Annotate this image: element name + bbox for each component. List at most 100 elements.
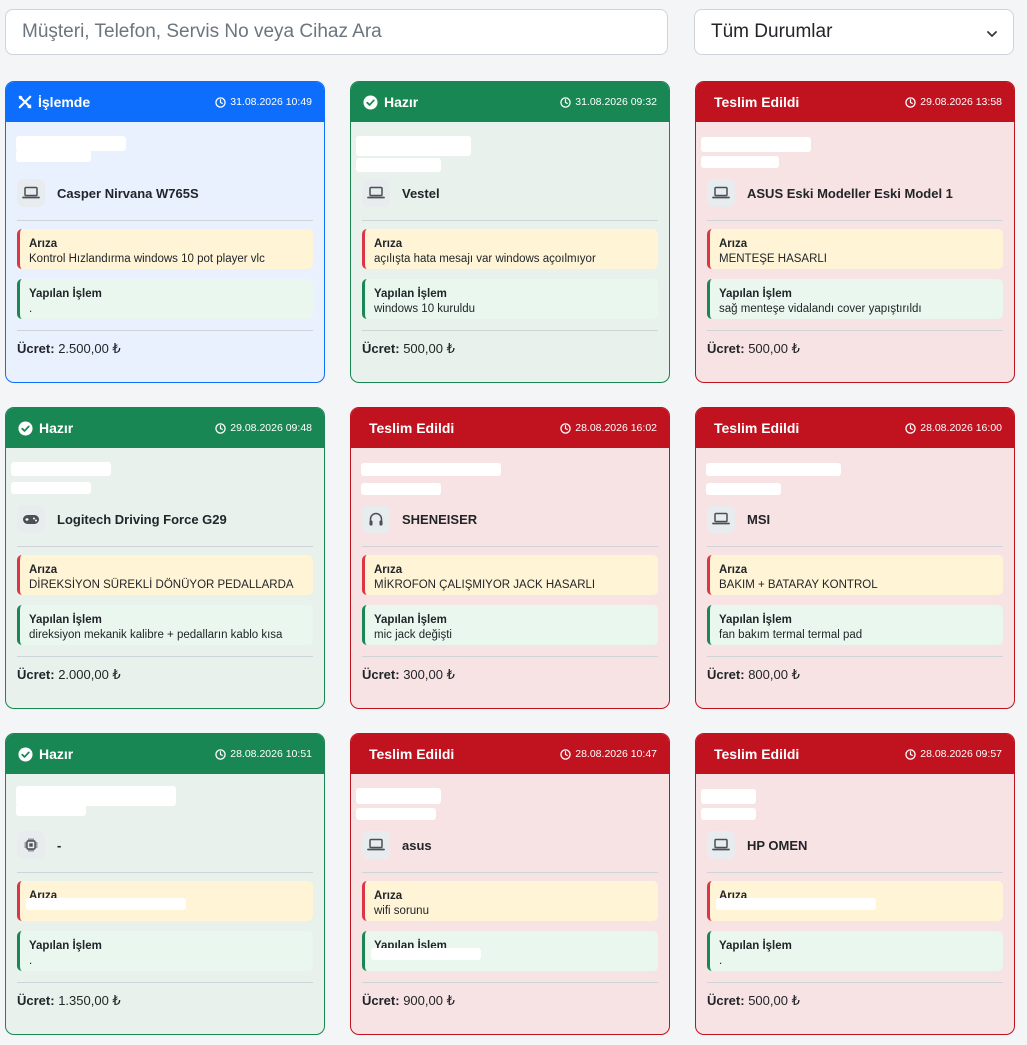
card-date: 31.08.2026 10:49 xyxy=(215,96,312,108)
clock-icon xyxy=(215,96,226,108)
service-card[interactable]: Hazır 31.08.2026 09:32 Vestel Arıza açıl… xyxy=(350,81,670,383)
work-box: Yapılan İşlem direksiyon mekanik kalibre… xyxy=(17,605,313,645)
card-date: 29.08.2026 09:48 xyxy=(215,422,312,434)
device-name: - xyxy=(57,837,62,853)
divider xyxy=(362,220,658,221)
work-box: Yapılan İşlem windows 10 kuruldu xyxy=(362,279,658,319)
search-input[interactable] xyxy=(5,9,668,55)
status-filter-select[interactable]: Tüm Durumlar xyxy=(694,9,1014,55)
card-date: 28.08.2026 16:00 xyxy=(905,422,1002,434)
device-row: ASUS Eski Modeller Eski Model 1 xyxy=(707,179,953,207)
fee-value: 500,00 ₺ xyxy=(748,341,800,356)
fee-row: Ücret: 500,00 ₺ xyxy=(362,341,455,357)
fee-row: Ücret: 1.350,00 ₺ xyxy=(17,993,121,1009)
clock-icon xyxy=(560,96,571,108)
clock-icon xyxy=(905,748,916,760)
device-name: Vestel xyxy=(402,185,440,201)
redaction-overlay xyxy=(356,136,471,156)
divider xyxy=(362,546,658,547)
fee-row: Ücret: 2.000,00 ₺ xyxy=(17,667,121,683)
divider xyxy=(707,546,1003,547)
redaction-overlay xyxy=(16,804,86,816)
work-title: Yapılan İşlem xyxy=(374,614,447,626)
service-card[interactable]: Teslim Edildi 29.08.2026 13:58 ASUS Eski… xyxy=(695,81,1015,383)
work-box: Yapılan İşlem . xyxy=(17,279,313,319)
work-text: fan bakım termal termal pad xyxy=(719,629,863,641)
clock-icon xyxy=(905,96,916,108)
service-card[interactable]: Teslim Edildi 28.08.2026 09:57 HP OMEN A… xyxy=(695,733,1015,1035)
redaction-overlay xyxy=(11,482,91,494)
laptop-icon xyxy=(362,179,390,207)
service-card[interactable]: İşlemde 31.08.2026 10:49 Casper Nirvana … xyxy=(5,81,325,383)
fault-title: Arıza xyxy=(719,564,748,576)
fee-label: Ücret: xyxy=(17,341,55,356)
redaction-overlay xyxy=(701,808,756,820)
status-label: Teslim Edildi xyxy=(714,746,800,762)
fee-value: 500,00 ₺ xyxy=(748,993,800,1008)
work-box: Yapılan İşlem sağ menteşe vidalandı cove… xyxy=(707,279,1003,319)
redaction-overlay xyxy=(16,786,176,806)
divider xyxy=(17,982,313,983)
card-date: 29.08.2026 13:58 xyxy=(905,96,1002,108)
divider xyxy=(17,220,313,221)
date-text: 29.08.2026 13:58 xyxy=(920,96,1002,108)
clock-icon xyxy=(560,748,571,760)
gamepad-icon xyxy=(17,505,45,533)
device-row: Logitech Driving Force G29 xyxy=(17,505,227,533)
cpu-icon xyxy=(17,831,45,859)
redaction-overlay xyxy=(716,898,876,910)
work-title: Yapılan İşlem xyxy=(719,288,792,300)
card-header: Teslim Edildi 28.08.2026 16:02 xyxy=(351,408,669,448)
service-card[interactable]: Teslim Edildi 28.08.2026 10:47 asus Arız… xyxy=(350,733,670,1035)
date-text: 31.08.2026 10:49 xyxy=(230,96,312,108)
date-text: 28.08.2026 16:00 xyxy=(920,422,1002,434)
divider xyxy=(707,220,1003,221)
service-card[interactable]: Hazır 28.08.2026 10:51 - Arıza Yapılan İ… xyxy=(5,733,325,1035)
card-header: İşlemde 31.08.2026 10:49 xyxy=(6,82,324,122)
status-badge: Teslim Edildi xyxy=(369,420,454,436)
card-header: Hazır 31.08.2026 09:32 xyxy=(351,82,669,122)
card-header: Teslim Edildi 28.08.2026 16:00 xyxy=(696,408,1014,448)
fee-value: 800,00 ₺ xyxy=(748,667,800,682)
service-card[interactable]: Hazır 29.08.2026 09:48 Logitech Driving … xyxy=(5,407,325,709)
work-text: direksiyon mekanik kalibre + pedalların … xyxy=(29,629,283,641)
fee-value: 500,00 ₺ xyxy=(403,341,455,356)
laptop-icon xyxy=(362,831,390,859)
date-text: 28.08.2026 10:51 xyxy=(230,748,312,760)
date-text: 28.08.2026 09:57 xyxy=(920,748,1002,760)
device-row: Vestel xyxy=(362,179,440,207)
redaction-overlay xyxy=(16,136,126,151)
card-header: Teslim Edildi 28.08.2026 10:47 xyxy=(351,734,669,774)
date-text: 28.08.2026 16:02 xyxy=(575,422,657,434)
work-text: . xyxy=(719,955,723,967)
fault-box: Arıza DİREKSİYON SÜREKLİ DÖNÜYOR PEDALLA… xyxy=(17,555,313,595)
card-header: Hazır 28.08.2026 10:51 xyxy=(6,734,324,774)
service-card[interactable]: Teslim Edildi 28.08.2026 16:02 SHENEISER… xyxy=(350,407,670,709)
divider xyxy=(362,872,658,873)
status-label: Teslim Edildi xyxy=(369,746,455,762)
device-row: asus xyxy=(362,831,432,859)
fee-label: Ücret: xyxy=(707,341,745,356)
status-label: Hazır xyxy=(39,746,74,762)
fee-value: 1.350,00 ₺ xyxy=(58,993,121,1008)
divider xyxy=(707,656,1003,657)
device-name: Casper Nirvana W765S xyxy=(57,185,199,201)
divider xyxy=(362,330,658,331)
service-card[interactable]: Teslim Edildi 28.08.2026 16:00 MSI Arıza… xyxy=(695,407,1015,709)
status-badge: Hazır xyxy=(363,94,418,110)
fee-row: Ücret: 500,00 ₺ xyxy=(707,993,800,1009)
fault-text: Kontrol Hızlandırma windows 10 pot playe… xyxy=(29,253,265,265)
status-label: İşlemde xyxy=(38,94,91,110)
device-row: Casper Nirvana W765S xyxy=(17,179,199,207)
clock-icon xyxy=(905,422,916,434)
fault-title: Arıza xyxy=(374,238,403,250)
redaction-overlay xyxy=(356,788,441,804)
redaction-overlay xyxy=(11,462,111,476)
status-label: Hazır xyxy=(39,420,74,436)
card-date: 31.08.2026 09:32 xyxy=(560,96,657,108)
fee-label: Ücret: xyxy=(362,667,400,682)
redaction-overlay xyxy=(356,808,436,820)
redaction-overlay xyxy=(701,137,811,152)
fault-title: Arıza xyxy=(29,564,58,576)
device-name: Logitech Driving Force G29 xyxy=(57,511,227,527)
